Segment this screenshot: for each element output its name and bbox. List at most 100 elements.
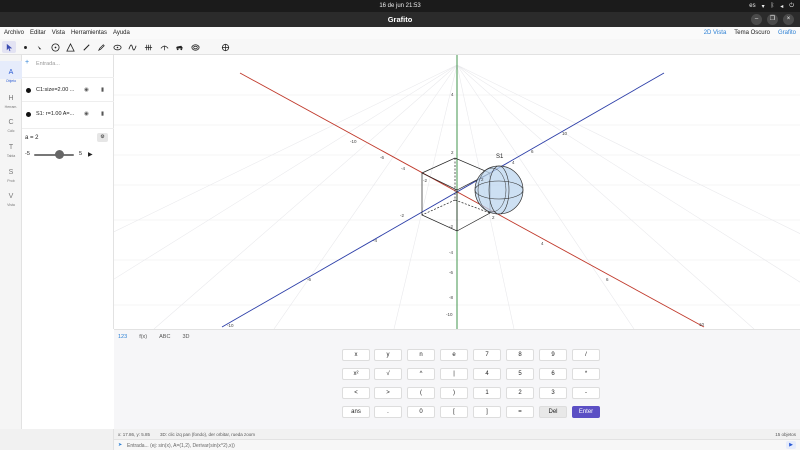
system-bar: 16 de jun 21:53 es ▾ ᛒ ◂ ⏻ xyxy=(0,0,800,12)
close-icon[interactable]: × xyxy=(783,14,794,25)
algebra-input[interactable]: + Entrada... xyxy=(22,57,114,71)
language-indicator[interactable]: es xyxy=(749,3,755,10)
menu-ayuda[interactable]: Ayuda xyxy=(113,30,130,36)
menu-herramientas[interactable]: Herramientas xyxy=(71,30,107,36)
car-icon[interactable] xyxy=(172,41,186,53)
eye-icon[interactable]: ◉ xyxy=(84,111,89,117)
key-7[interactable]: 7 xyxy=(473,349,501,361)
trash-icon[interactable]: ▮ xyxy=(101,111,104,117)
triangle-icon[interactable] xyxy=(63,41,77,53)
key-rbracket[interactable]: ] xyxy=(473,406,501,418)
axis-tick-labels: -10 -6 -4 -2 2 4 6 10 10 6 4 2 -2 -4 -6 … xyxy=(227,92,705,328)
clock[interactable]: 16 de jun 21:53 xyxy=(0,3,800,9)
object-row-c1[interactable]: C1:size=2.00 ... ◉ ▮ xyxy=(22,77,114,101)
visibility-dot[interactable] xyxy=(26,88,31,93)
theme-toggle-button[interactable]: Tema Oscuro xyxy=(734,30,770,36)
wave-icon[interactable] xyxy=(125,41,139,53)
key-abs[interactable]: | xyxy=(440,368,468,380)
scene-svg[interactable]: S1 -10 -6 -4 -2 2 4 6 10 10 6 4 2 -2 -4 … xyxy=(114,55,800,329)
key-y[interactable]: y xyxy=(374,349,402,361)
rail-table[interactable]: T Tabla xyxy=(0,136,22,158)
circle-point-icon[interactable] xyxy=(48,41,62,53)
slider-knob[interactable] xyxy=(55,150,64,159)
key-lparen[interactable]: ( xyxy=(407,387,435,399)
key-1[interactable]: 1 xyxy=(473,387,501,399)
object-row-s1[interactable]: S1: r=1.00 A=... ◉ ▮ xyxy=(22,101,114,125)
command-input-bar[interactable]: ➤ Entrada... (ej: sin(x), A=(1,2), Deriv… xyxy=(114,439,800,450)
z-tick-label: -10 xyxy=(446,312,453,317)
point-icon[interactable] xyxy=(18,41,32,53)
view-2d-button[interactable]: 2D Vista xyxy=(704,30,727,36)
enter-button[interactable]: Enter xyxy=(572,406,600,418)
key-sqrt[interactable]: √ xyxy=(374,368,402,380)
key-4[interactable]: 4 xyxy=(473,368,501,380)
pointer-icon[interactable] xyxy=(2,41,16,53)
graphics-3d-view[interactable]: S1 -10 -6 -4 -2 2 4 6 10 10 6 4 2 -2 -4 … xyxy=(114,55,800,329)
key-9[interactable]: 9 xyxy=(539,349,567,361)
key-multiply[interactable]: * xyxy=(572,368,600,380)
key-minus[interactable]: - xyxy=(572,387,600,399)
z-tick-label: 4 xyxy=(451,92,454,97)
key-equals[interactable]: = xyxy=(506,406,534,418)
rail-view[interactable]: V Vista xyxy=(0,185,22,207)
play-icon[interactable]: ▶ xyxy=(88,151,93,158)
key-3[interactable]: 3 xyxy=(539,387,567,399)
brand-link[interactable]: Grafito xyxy=(778,30,796,36)
rail-objects[interactable]: A Objeto xyxy=(0,61,22,83)
system-tray[interactable]: es ▾ ᛒ ◂ ⏻ xyxy=(749,3,794,10)
key-dot[interactable]: . xyxy=(374,406,402,418)
maximize-icon[interactable]: ❐ xyxy=(767,14,778,25)
menu-editar[interactable]: Editar xyxy=(30,30,46,36)
crosshair-icon[interactable] xyxy=(218,41,232,53)
minimize-icon[interactable]: – xyxy=(751,14,762,25)
key-power[interactable]: ^ xyxy=(407,368,435,380)
visibility-dot[interactable] xyxy=(26,112,31,117)
key-ans[interactable]: ans xyxy=(342,406,370,418)
virtual-keyboard: 123 f(x) ABC 3D x y n e 7 8 9 / x² √ ^ |… xyxy=(114,329,800,429)
menu-vista[interactable]: Vista xyxy=(52,30,65,36)
tab-letters[interactable]: ABC xyxy=(159,334,170,340)
trash-icon[interactable]: ▮ xyxy=(101,87,104,93)
menu-bar: Archivo Editar Vista Herramientas Ayuda … xyxy=(0,27,800,39)
rail-prob[interactable]: S Prob xyxy=(0,161,22,183)
rail-tools[interactable]: H Herram. xyxy=(0,87,22,109)
rail-calc[interactable]: C Cálc xyxy=(0,111,22,133)
key-lbracket[interactable]: [ xyxy=(440,406,468,418)
key-8[interactable]: 8 xyxy=(506,349,534,361)
key-e[interactable]: e xyxy=(440,349,468,361)
menu-archivo[interactable]: Archivo xyxy=(4,30,24,36)
cursor-small-icon[interactable] xyxy=(32,41,46,53)
curve-icon[interactable] xyxy=(157,41,171,53)
key-6[interactable]: 6 xyxy=(539,368,567,380)
ellipse-icon[interactable] xyxy=(110,41,124,53)
object-count: 15 objetos xyxy=(775,432,796,437)
slider-track[interactable] xyxy=(34,154,74,156)
key-0[interactable]: 0 xyxy=(407,406,435,418)
sphere-label: S1 xyxy=(496,154,504,160)
hash-icon[interactable] xyxy=(141,41,155,53)
key-n[interactable]: n xyxy=(407,349,435,361)
add-icon[interactable]: + xyxy=(25,59,29,66)
tab-3d[interactable]: 3D xyxy=(182,334,189,340)
key-rparen[interactable]: ) xyxy=(440,387,468,399)
y-tick-label: -6 xyxy=(307,277,311,282)
key-5[interactable]: 5 xyxy=(506,368,534,380)
tab-functions[interactable]: f(x) xyxy=(139,334,147,340)
eye-icon[interactable]: ◉ xyxy=(84,87,89,93)
ring-icon[interactable] xyxy=(188,41,202,53)
sphere-s1[interactable] xyxy=(474,165,524,215)
key-2[interactable]: 2 xyxy=(506,387,534,399)
gear-icon[interactable]: ⚙ xyxy=(97,133,108,142)
key-less[interactable]: < xyxy=(342,387,370,399)
key-greater[interactable]: > xyxy=(374,387,402,399)
delete-button[interactable]: Del xyxy=(539,406,567,418)
key-divide[interactable]: / xyxy=(572,349,600,361)
key-square[interactable]: x² xyxy=(342,368,370,380)
tab-numeric[interactable]: 123 xyxy=(118,334,127,340)
pencil-icon[interactable] xyxy=(94,41,108,53)
key-x[interactable]: x xyxy=(342,349,370,361)
x-tick-label: -4 xyxy=(401,166,405,171)
pen-icon[interactable] xyxy=(79,41,93,53)
slider-max: 5 xyxy=(79,151,83,157)
send-icon[interactable]: ▶ xyxy=(786,441,796,449)
